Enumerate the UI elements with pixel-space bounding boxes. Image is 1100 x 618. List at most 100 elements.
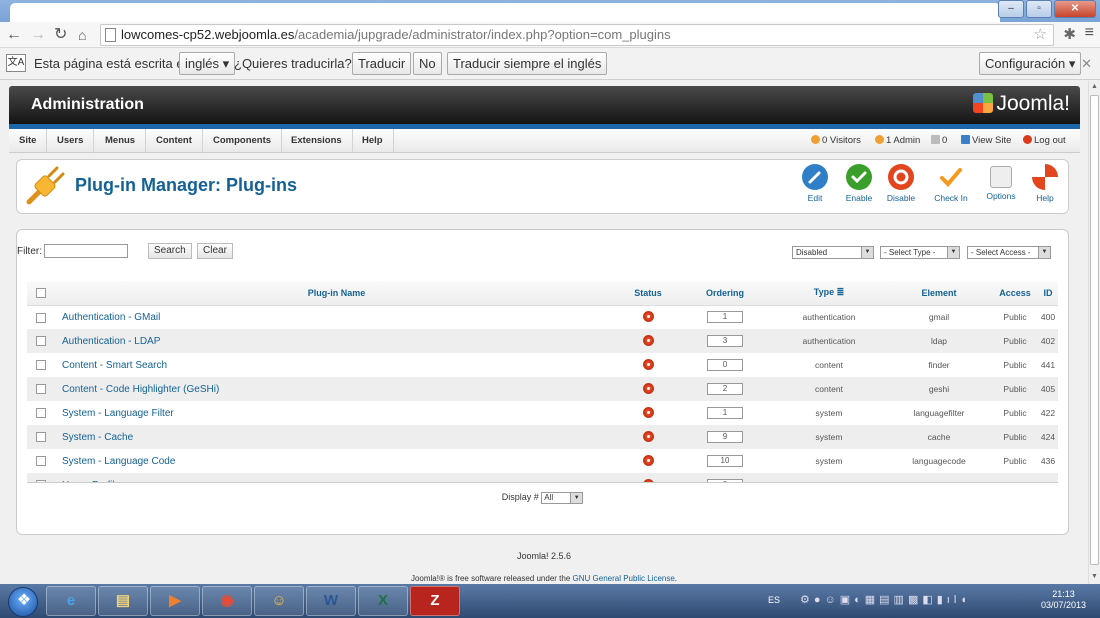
- extension-icon[interactable]: ✱: [1063, 25, 1076, 43]
- row-checkbox[interactable]: [36, 408, 46, 419]
- row-checkbox[interactable]: [36, 336, 46, 347]
- select-all-checkbox[interactable]: [36, 288, 46, 299]
- disabled-status-icon[interactable]: [642, 430, 654, 442]
- translate-prompt: Esta página está escrita en: [34, 56, 191, 71]
- row-checkbox[interactable]: [36, 312, 46, 323]
- plugin-name-link[interactable]: System - Cache: [55, 425, 618, 449]
- contacts-icon[interactable]: ☺: [254, 586, 304, 616]
- view-site-link[interactable]: View Site: [961, 129, 1011, 153]
- scrollbar-thumb[interactable]: [1090, 95, 1099, 565]
- filezilla-icon[interactable]: Z: [410, 586, 460, 616]
- disabled-status-icon[interactable]: [642, 454, 654, 466]
- vertical-scrollbar[interactable]: ▲ ▼: [1088, 81, 1100, 584]
- row-checkbox[interactable]: [36, 456, 46, 467]
- menu-users[interactable]: Users: [47, 129, 95, 153]
- clock[interactable]: 21:13 03/07/2013: [1041, 589, 1086, 611]
- scroll-down-icon[interactable]: ▼: [1091, 573, 1098, 580]
- type-select[interactable]: - Select Type - ▼: [880, 246, 960, 259]
- bookmark-star-icon[interactable]: ☆: [1034, 25, 1047, 45]
- config-dropdown[interactable]: Configuración ▾: [979, 52, 1082, 75]
- status-cell: [618, 401, 678, 425]
- display-select[interactable]: All ▼: [541, 492, 584, 504]
- forward-icon[interactable]: →: [30, 25, 46, 45]
- row-checkbox[interactable]: [36, 384, 46, 395]
- menu-help[interactable]: Help: [352, 129, 394, 153]
- disabled-status-icon[interactable]: [642, 406, 654, 418]
- logout-link[interactable]: Log out: [1023, 129, 1066, 153]
- address-bar[interactable]: lowcomes-cp52.webjoomla.es/academia/jupg…: [100, 24, 1054, 46]
- back-icon[interactable]: ←: [6, 25, 22, 45]
- edit-label: Edit: [807, 193, 823, 203]
- explorer-icon[interactable]: ▤: [98, 586, 148, 616]
- always-translate-button[interactable]: Traducir siempre el inglés: [447, 52, 608, 75]
- checkin-button[interactable]: Check In: [929, 164, 973, 203]
- col-element[interactable]: Element: [886, 281, 992, 306]
- scroll-up-icon[interactable]: ▲: [1091, 83, 1098, 90]
- col-name[interactable]: Plug-in Name: [55, 281, 618, 306]
- word-icon[interactable]: W: [306, 586, 356, 616]
- col-ordering[interactable]: Ordering: [678, 281, 772, 306]
- disabled-status-icon[interactable]: [642, 334, 654, 346]
- close-window-icon[interactable]: ✕: [1054, 0, 1096, 18]
- options-button[interactable]: Options: [979, 164, 1023, 201]
- language-indicator[interactable]: ES: [768, 595, 780, 605]
- row-checkbox[interactable]: [36, 432, 46, 443]
- ordering-input[interactable]: 1: [707, 311, 743, 324]
- disabled-status-icon[interactable]: [642, 382, 654, 394]
- menu-extensions[interactable]: Extensions: [281, 129, 353, 153]
- disabled-status-icon[interactable]: [642, 358, 654, 370]
- no-button[interactable]: No: [413, 52, 442, 75]
- plugin-name-link[interactable]: Authentication - GMail: [55, 305, 618, 329]
- menu-components[interactable]: Components: [203, 129, 283, 153]
- clear-button[interactable]: Clear: [197, 243, 233, 259]
- enable-label: Enable: [845, 193, 873, 203]
- minimize-icon[interactable]: –: [998, 0, 1024, 18]
- col-type[interactable]: Type ≣: [772, 281, 886, 306]
- menu-site[interactable]: Site: [9, 129, 48, 153]
- translate-button[interactable]: Traducir: [352, 52, 412, 75]
- monitor-icon: [961, 135, 970, 144]
- browser-tab[interactable]: [10, 3, 1000, 22]
- reload-icon[interactable]: ↻: [54, 25, 67, 45]
- filter-input[interactable]: [44, 244, 128, 258]
- col-access[interactable]: Access: [992, 281, 1038, 306]
- row-checkbox[interactable]: [36, 360, 46, 371]
- menu-menus[interactable]: Menus: [95, 129, 147, 153]
- disabled-status-icon[interactable]: [642, 310, 654, 322]
- enable-button[interactable]: Enable: [837, 164, 881, 203]
- ordering-input[interactable]: 3: [707, 335, 743, 347]
- close-translate-icon[interactable]: ✕: [1081, 56, 1092, 72]
- browser-menu-icon[interactable]: ≡: [1085, 24, 1094, 42]
- media-player-icon[interactable]: ▶: [150, 586, 200, 616]
- ie-icon[interactable]: e: [46, 586, 96, 616]
- state-select[interactable]: Disabled ▼: [792, 246, 874, 259]
- menu-content[interactable]: Content: [146, 129, 203, 153]
- plugins-table: Plug-in Name Status Ordering Type ≣ Elem…: [27, 281, 1058, 497]
- col-status[interactable]: Status: [618, 281, 678, 306]
- plugin-name-link[interactable]: Authentication - LDAP: [55, 329, 618, 353]
- tray-icons[interactable]: ⚙●☺▣◐▦▤▥▩◧▮ıl◖: [800, 593, 971, 606]
- plugin-name-link[interactable]: Content - Code Highlighter (GeSHi): [55, 377, 618, 401]
- col-id[interactable]: ID: [1038, 281, 1058, 306]
- access-select[interactable]: - Select Access - ▼: [967, 246, 1051, 259]
- edit-button[interactable]: Edit: [793, 164, 837, 203]
- help-button[interactable]: Help: [1023, 164, 1067, 203]
- ordering-input[interactable]: 2: [707, 383, 743, 395]
- language-dropdown[interactable]: inglés ▾: [179, 52, 236, 75]
- plugin-name-link[interactable]: System - Language Code: [55, 449, 618, 473]
- excel-icon[interactable]: X: [358, 586, 408, 616]
- home-icon[interactable]: ⌂: [78, 25, 86, 45]
- plugin-name-link[interactable]: Content - Smart Search: [55, 353, 618, 377]
- ordering-input[interactable]: 1: [707, 407, 743, 419]
- license-link[interactable]: GNU General Public License: [573, 574, 675, 583]
- ordering-input[interactable]: 0: [707, 359, 743, 371]
- search-button[interactable]: Search: [148, 243, 192, 259]
- start-button[interactable]: [8, 587, 39, 617]
- disable-button[interactable]: Disable: [879, 164, 923, 203]
- ordering-input[interactable]: 9: [707, 431, 743, 443]
- ordering-input[interactable]: 10: [707, 455, 743, 467]
- messages-status[interactable]: 0: [931, 129, 947, 153]
- chrome-icon[interactable]: ◉: [202, 586, 252, 616]
- maximize-icon[interactable]: ▫: [1026, 0, 1052, 18]
- plugin-name-link[interactable]: System - Language Filter: [55, 401, 618, 425]
